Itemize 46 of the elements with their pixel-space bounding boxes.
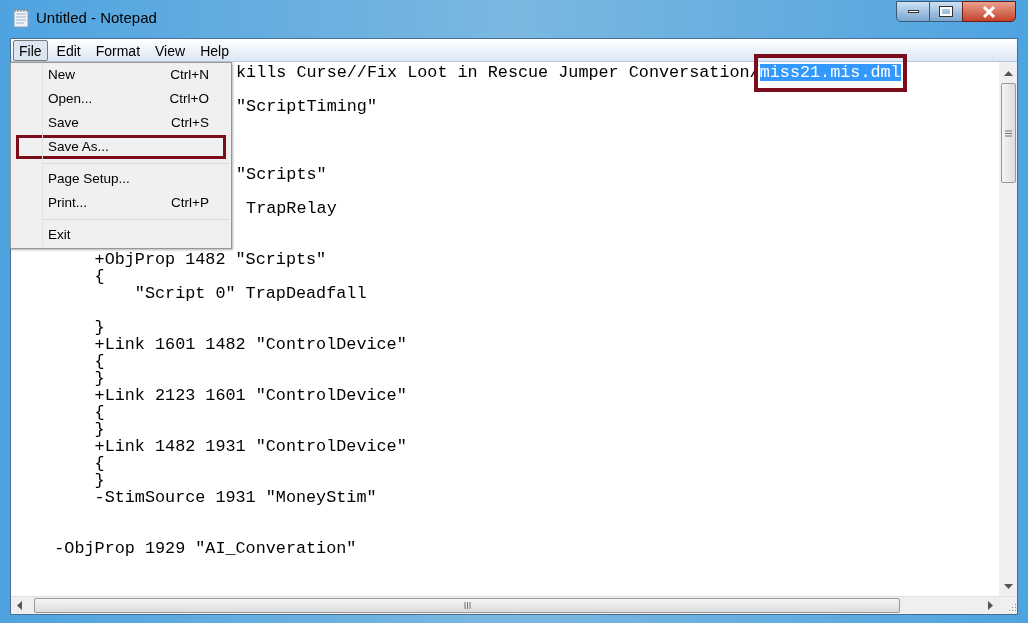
code-line: { [93, 268, 105, 285]
code-line: TrapRelay [245, 200, 337, 217]
code-line: "Script 0" TrapDeadfall [133, 285, 367, 302]
menu-bar-item[interactable]: Help [194, 39, 235, 61]
menu-bar-item[interactable]: Format [89, 39, 147, 61]
code-line: "ScriptTiming" [236, 98, 377, 115]
code-line: "Scripts" [236, 166, 327, 183]
code-line: { [93, 455, 105, 472]
selected-text: miss21.mis.dml [759, 64, 901, 81]
scroll-up-icon [1003, 71, 1013, 76]
code-line: } [93, 421, 105, 438]
close-icon [982, 5, 996, 18]
scroll-left-icon [17, 601, 22, 610]
code-line: +ObjProp 1482 "Scripts" [93, 251, 327, 268]
menu-item[interactable]: Print... Ctrl+P [16, 191, 226, 215]
window-title: Untitled - Notepad [36, 8, 157, 28]
menu-item[interactable]: Page Setup... [16, 167, 226, 191]
code-line: { [93, 353, 105, 370]
menu-bar-item[interactable]: File [13, 39, 48, 61]
maximize-button[interactable] [930, 1, 962, 22]
minimize-button[interactable] [896, 1, 930, 22]
close-button[interactable] [962, 1, 1016, 22]
code-line: +Link 1482 1931 "ControlDevice" [93, 438, 407, 455]
scroll-thumb[interactable] [1000, 83, 1016, 183]
scroll-right-icon [988, 601, 993, 610]
vertical-scrollbar[interactable] [999, 62, 1017, 596]
code-line: } [93, 472, 105, 489]
menu-item[interactable]: New Ctrl+N [16, 63, 226, 87]
menu-item[interactable]: Exit [16, 223, 226, 247]
menu-item[interactable]: Save Ctrl+S [16, 111, 226, 135]
menu-bar-item[interactable]: Edit [50, 39, 87, 61]
grip-icon [1004, 129, 1012, 137]
scroll-down-icon [1003, 584, 1013, 589]
code-line: +Link 1601 1482 "ControlDevice" [93, 336, 407, 353]
code-line: { [93, 404, 105, 421]
menu-bar-item[interactable]: View [149, 39, 192, 61]
code-line: -ObjProp 1929 "AI_Converation" [53, 540, 357, 557]
menu-item[interactable]: Save As... [16, 135, 226, 159]
code-line: -StimSource 1931 "MoneyStim" [93, 489, 377, 506]
menu-item[interactable]: Open... Ctrl+O [16, 87, 226, 111]
scroll-thumb[interactable] [34, 598, 900, 613]
notepad-icon [12, 8, 30, 28]
code-line: +Link 2123 1601 "ControlDevice" [93, 387, 407, 404]
code-line: } [93, 370, 105, 387]
grip-icon [463, 602, 471, 609]
code-line: } [93, 319, 105, 336]
